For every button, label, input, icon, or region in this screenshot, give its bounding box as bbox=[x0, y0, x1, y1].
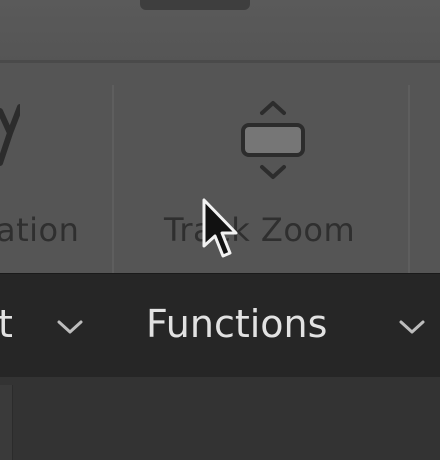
toolbar-separator bbox=[408, 85, 410, 285]
top-strip bbox=[0, 0, 440, 63]
functions-menu-label: Functions bbox=[146, 302, 328, 346]
tool-label-rotation: ation bbox=[0, 211, 80, 249]
chevron-down-icon bbox=[57, 320, 83, 334]
track-zoom-icon bbox=[241, 101, 305, 179]
functions-bar: t Functions bbox=[0, 273, 440, 378]
lower-panel bbox=[0, 377, 440, 460]
rotation-icon bbox=[0, 104, 20, 166]
panel-edge bbox=[0, 385, 13, 460]
top-tab[interactable] bbox=[140, 0, 250, 10]
menu-label-partial: t bbox=[0, 302, 13, 346]
toolbar-separator bbox=[112, 85, 114, 285]
tool-label-track-zoom: Track Zoom bbox=[164, 211, 356, 249]
arrow-cursor-icon bbox=[202, 198, 238, 258]
chevron-down-icon bbox=[399, 320, 425, 334]
screen: ation Track Zoom t Functions bbox=[0, 0, 440, 460]
